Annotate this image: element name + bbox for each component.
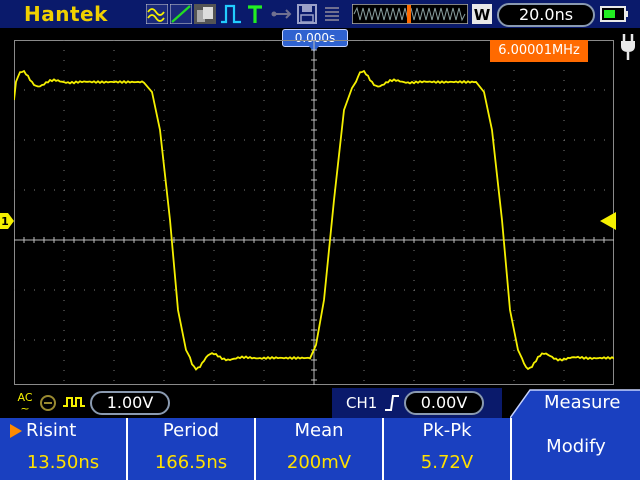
measure-slot-period[interactable]: Period 166.5ns: [128, 418, 256, 480]
status-bar: Hantek W 20.0ns: [0, 0, 640, 28]
measure-slot-pkpk[interactable]: Pk-Pk 5.72V: [384, 418, 512, 480]
measure-value: 200mV: [286, 452, 352, 473]
ramp-icon[interactable]: [170, 4, 192, 24]
invert-icon[interactable]: [62, 394, 86, 412]
measure-menu-title[interactable]: Measure: [510, 388, 640, 418]
timebase-value: 20.0ns: [518, 5, 574, 24]
waveform-display[interactable]: [14, 40, 614, 385]
frequency-counter-badge: 6.00001MHz: [490, 40, 588, 62]
trigger-level-value: 0.00V: [420, 393, 468, 412]
memory-position-bar[interactable]: [352, 4, 468, 24]
trigger-level-readout[interactable]: 0.00V: [404, 391, 484, 415]
ch1-ground-marker[interactable]: 1: [0, 213, 14, 229]
channel-status-strip: AC ~ 1.00V CH1 0.00V Measure: [0, 388, 640, 418]
wave-math-icon[interactable]: [146, 4, 168, 24]
volts-per-div-value: 1.00V: [106, 393, 154, 412]
coupling-label: AC: [17, 391, 33, 404]
coupling-ac-icon[interactable]: AC ~: [16, 392, 34, 414]
measure-value: 166.5ns: [154, 452, 228, 473]
measure-label: Risint: [26, 420, 77, 441]
usb-icon: [271, 9, 292, 19]
trigger-source-label: CH1: [346, 394, 378, 412]
selected-arrow-icon: [10, 424, 22, 438]
save-disk-icon[interactable]: [296, 4, 318, 24]
measure-value: 5.72V: [420, 452, 474, 473]
graticule-grid: [14, 40, 614, 385]
frequency-value: 6.00001MHz: [498, 43, 580, 58]
roll-icon[interactable]: [194, 4, 216, 24]
modify-label: Modify: [546, 436, 606, 457]
measure-label: Mean: [294, 420, 344, 441]
battery-icon: [600, 6, 628, 22]
bandwidth-limit-icon[interactable]: [38, 394, 58, 412]
trigger-level-marker[interactable]: [600, 212, 616, 230]
timebase-readout[interactable]: 20.0ns: [497, 3, 595, 27]
modify-button[interactable]: Modify: [512, 418, 640, 480]
rising-edge-icon: [385, 395, 399, 411]
power-plug-icon: [621, 34, 635, 60]
measure-label: Period: [162, 420, 220, 441]
brand-logo: Hantek: [24, 2, 108, 26]
measure-slot-mean[interactable]: Mean 200mV: [256, 418, 384, 480]
volts-per-div-readout[interactable]: 1.00V: [90, 391, 170, 415]
ch1-marker-label: 1: [1, 215, 9, 228]
measure-slot-risint[interactable]: Risint 13.50ns: [0, 418, 128, 480]
pulse-icon[interactable]: [220, 4, 242, 24]
trigger-info[interactable]: CH1 0.00V: [332, 388, 502, 418]
trigger-t-icon[interactable]: [246, 4, 264, 24]
menu-title-label: Measure: [544, 392, 621, 413]
menu-lines-icon[interactable]: [322, 4, 342, 24]
measure-value: 13.50ns: [26, 452, 100, 473]
measure-label: Pk-Pk: [422, 420, 472, 441]
measurement-panel: Risint 13.50ns Period 166.5ns Mean 200mV…: [0, 418, 640, 480]
svg-text:W: W: [474, 6, 491, 24]
window-w-icon[interactable]: W: [472, 4, 492, 24]
